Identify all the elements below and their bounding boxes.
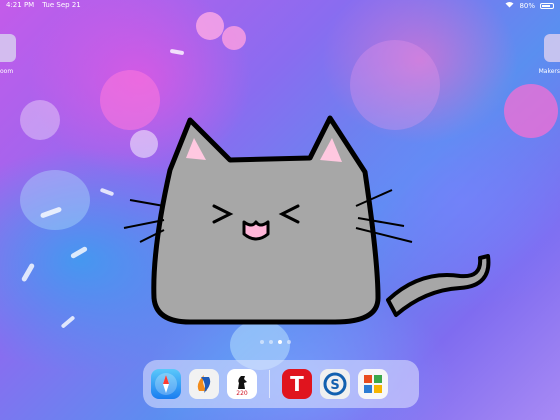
status-date: Tue Sep 21 bbox=[42, 1, 81, 9]
streak bbox=[69, 245, 89, 260]
app-label: Makers bbox=[538, 68, 560, 75]
streak bbox=[20, 262, 36, 283]
safari-icon[interactable] bbox=[151, 369, 181, 399]
status-battery-percent: 80% bbox=[519, 1, 535, 10]
streak bbox=[60, 315, 76, 329]
dock: 220 T S bbox=[143, 360, 419, 408]
svg-text:S: S bbox=[330, 378, 339, 393]
s-app-icon[interactable]: S bbox=[320, 369, 350, 399]
bokeh-light bbox=[20, 170, 90, 230]
app-icon[interactable] bbox=[544, 34, 560, 62]
status-time: 4:21 PM bbox=[6, 1, 35, 9]
page-dot[interactable] bbox=[260, 340, 264, 344]
page-indicator[interactable] bbox=[260, 340, 291, 344]
streak bbox=[99, 187, 115, 197]
app-label: oom bbox=[0, 68, 14, 75]
dock-separator bbox=[269, 370, 270, 398]
chess-app-badge-text: 220 bbox=[236, 390, 248, 397]
cat-tail bbox=[386, 254, 491, 317]
app-icon[interactable] bbox=[0, 34, 16, 62]
status-bar: 4:21 PM Tue Sep 21 80% bbox=[0, 0, 560, 12]
bokeh-light bbox=[504, 84, 558, 138]
page-dot[interactable] bbox=[269, 340, 273, 344]
cat-mouth bbox=[242, 220, 270, 241]
t-app-letter: T bbox=[290, 372, 304, 396]
streak bbox=[39, 206, 63, 219]
bokeh-light bbox=[222, 26, 246, 50]
t-app-icon[interactable]: T bbox=[282, 369, 312, 399]
bokeh-light bbox=[196, 12, 224, 40]
edge-app-left[interactable]: oom bbox=[0, 34, 16, 75]
bokeh-light bbox=[20, 100, 60, 140]
wifi-icon bbox=[505, 1, 514, 10]
cat-wallpaper-drawing bbox=[123, 115, 491, 325]
cat-body bbox=[151, 115, 381, 325]
streak bbox=[169, 48, 185, 56]
battery-icon bbox=[540, 2, 554, 9]
office-app-icon[interactable] bbox=[358, 369, 388, 399]
edge-app-right[interactable]: Makers bbox=[539, 34, 560, 75]
orange-blue-app-icon[interactable] bbox=[189, 369, 219, 399]
page-dot-active[interactable] bbox=[278, 340, 282, 344]
page-dot[interactable] bbox=[287, 340, 291, 344]
chess-app-icon[interactable]: 220 bbox=[227, 369, 257, 399]
